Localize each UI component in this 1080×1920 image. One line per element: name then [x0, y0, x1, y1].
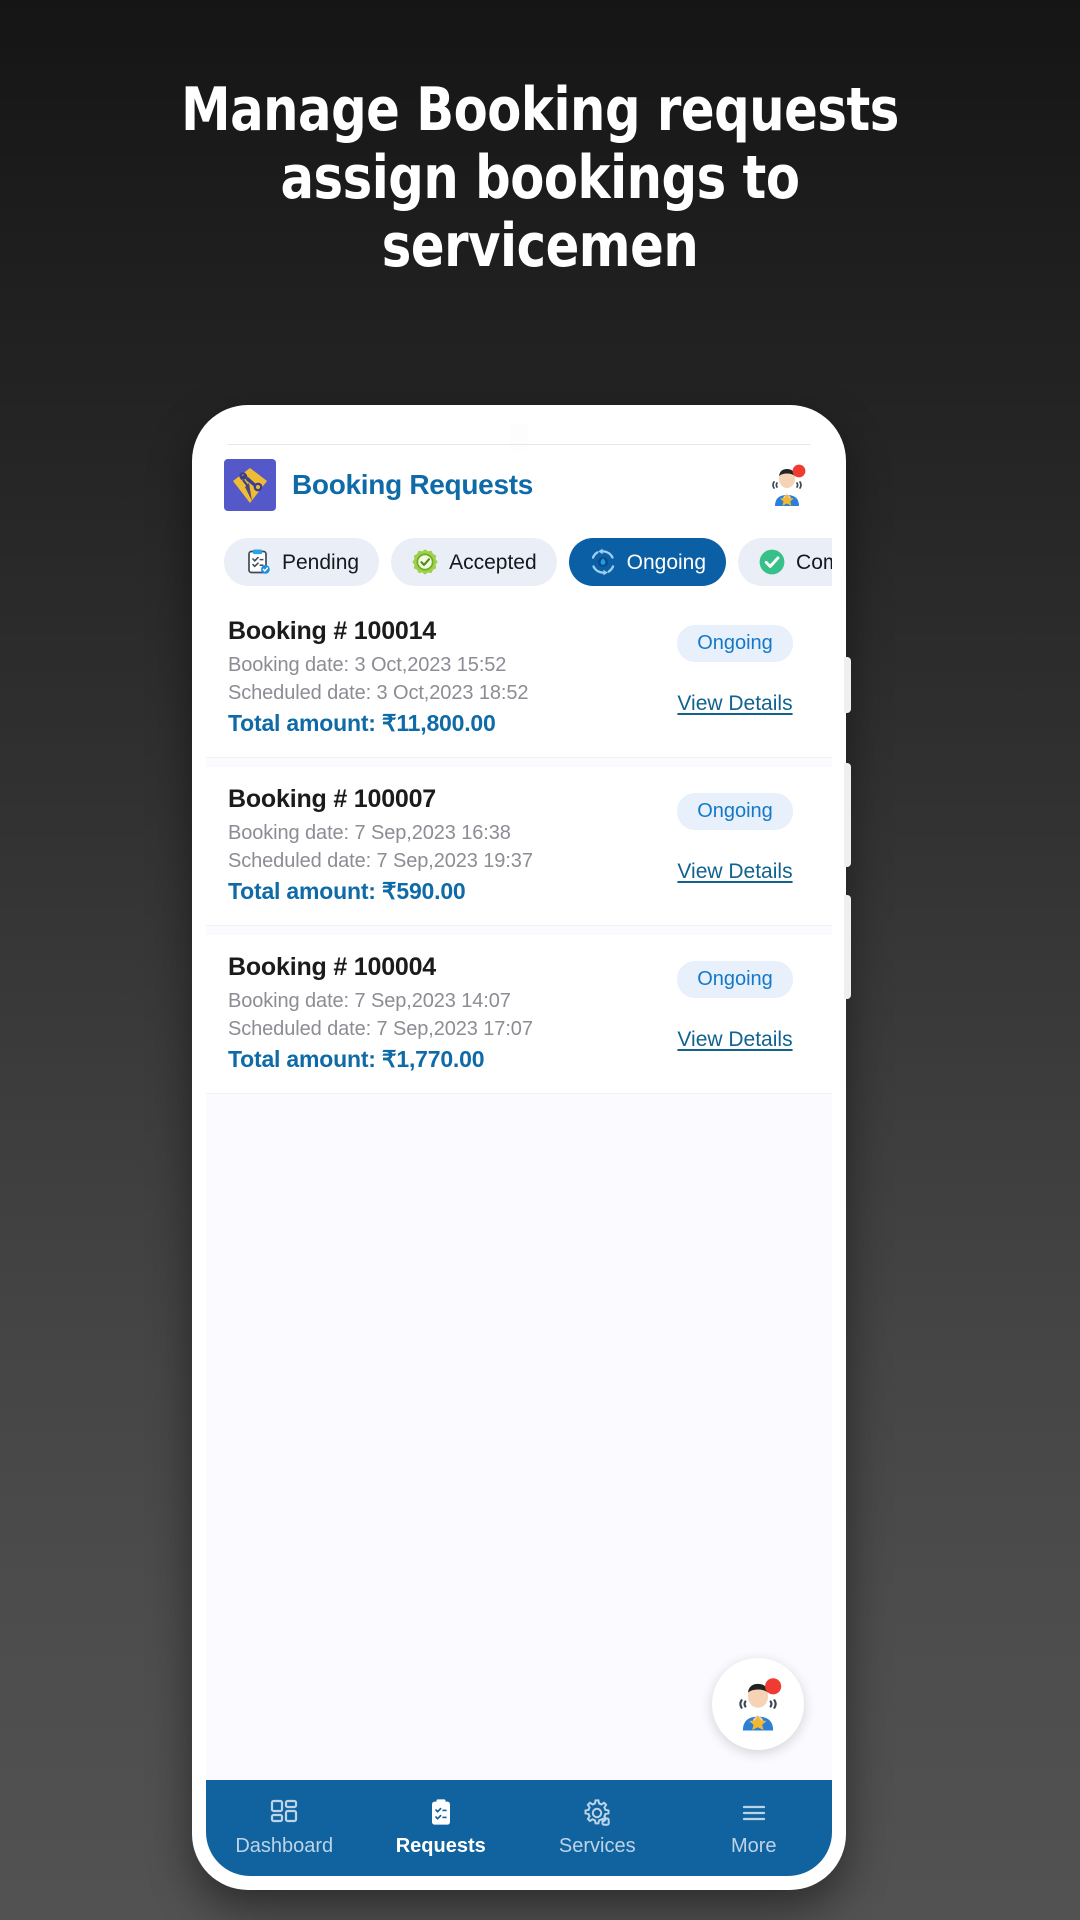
screen-notch [510, 423, 528, 451]
grid-dashboard-icon [269, 1798, 299, 1828]
booking-total-amount: Total amount: ₹590.00 [228, 878, 466, 904]
status-bar [206, 419, 832, 451]
hamburger-more-icon [739, 1798, 769, 1828]
tab-pending[interactable]: Pending [224, 538, 380, 586]
nav-item-dashboard-label: Dashboard [235, 1835, 334, 1857]
tab-ongoing[interactable]: Ongoing [568, 538, 727, 586]
booking-number: Booking # 100014 [228, 617, 437, 645]
app-logo-icon [224, 459, 276, 511]
green-circle-check-icon [758, 548, 786, 576]
promo-headline: Manage Booking requests assign bookings … [43, 76, 1037, 280]
booking-card[interactable]: Booking # 100007 Booking date: 7 Sep,202… [206, 767, 832, 925]
phone-volume-up-button [844, 763, 851, 867]
headline-line-1: Manage Booking requests [181, 75, 899, 145]
phone-screen: Booking Requests Pending Accepted Ongoin… [206, 419, 832, 1876]
serviceman-avatar-notification-icon [729, 1675, 787, 1733]
booking-card-info: Booking # 100014 Booking date: 3 Oct,202… [228, 617, 660, 737]
headline-line-3: servicemen [381, 211, 699, 281]
scheduled-date: Scheduled date: 7 Sep,2023 19:37 [228, 850, 533, 872]
nav-item-more-label: More [730, 1835, 777, 1857]
tab-completed-label: Com [796, 550, 832, 574]
phone-volume-down-button [844, 895, 851, 999]
headline-line-2: assign bookings to [280, 143, 800, 213]
serviceman-avatar-notification-icon[interactable] [764, 462, 810, 508]
booking-total-amount: Total amount: ₹11,800.00 [228, 710, 496, 736]
nav-item-requests-label: Requests [395, 1835, 486, 1857]
booking-date: Booking date: 3 Oct,2023 15:52 [228, 654, 507, 676]
gear-services-icon [582, 1798, 612, 1828]
booking-card[interactable]: Booking # 100014 Booking date: 3 Oct,202… [206, 599, 832, 757]
phone-mockup: Booking Requests Pending Accepted Ongoin… [192, 405, 851, 1890]
nav-item-requests[interactable]: Requests [363, 1798, 520, 1858]
nav-item-services[interactable]: Services [519, 1798, 676, 1858]
app-header: Booking Requests [206, 445, 832, 525]
booking-card[interactable]: Booking # 100004 Booking date: 7 Sep,202… [206, 935, 832, 1093]
status-filter-tabs[interactable]: Pending Accepted Ongoing Com [206, 525, 832, 599]
scheduled-date: Scheduled date: 7 Sep,2023 17:07 [228, 1018, 533, 1040]
servicemen-fab-button[interactable] [712, 1658, 804, 1750]
status-badge: Ongoing [677, 961, 793, 998]
green-rosette-check-icon [411, 548, 439, 576]
status-badge: Ongoing [677, 793, 793, 830]
nav-item-more[interactable]: More [676, 1798, 833, 1858]
booking-card-actions: Ongoing View Details [660, 953, 810, 1052]
booking-list[interactable]: Booking # 100014 Booking date: 3 Oct,202… [206, 599, 832, 1780]
booking-card-actions: Ongoing View Details [660, 617, 810, 716]
booking-card-actions: Ongoing View Details [660, 785, 810, 884]
status-bar-divider [228, 444, 810, 445]
booking-date: Booking date: 7 Sep,2023 16:38 [228, 822, 511, 844]
phone-power-button [844, 657, 851, 713]
nav-item-dashboard[interactable]: Dashboard [206, 1798, 363, 1858]
scheduled-date: Scheduled date: 3 Oct,2023 18:52 [228, 682, 529, 704]
promo-screenshot: Manage Booking requests assign bookings … [0, 0, 1080, 1920]
page-title: Booking Requests [292, 469, 534, 500]
booking-total-amount: Total amount: ₹1,770.00 [228, 1046, 485, 1072]
booking-date: Booking date: 7 Sep,2023 14:07 [228, 990, 511, 1012]
status-badge: Ongoing [677, 625, 793, 662]
clipboard-checklist-icon [244, 548, 272, 576]
view-details-link[interactable]: View Details [677, 860, 792, 884]
booking-card-info: Booking # 100004 Booking date: 7 Sep,202… [228, 953, 660, 1073]
booking-number: Booking # 100004 [228, 953, 437, 981]
tab-accepted-label: Accepted [449, 550, 537, 574]
tab-ongoing-label: Ongoing [626, 550, 707, 574]
clipboard-requests-icon [426, 1798, 456, 1828]
booking-number: Booking # 100007 [228, 785, 437, 813]
view-details-link[interactable]: View Details [677, 1028, 792, 1052]
booking-card-info: Booking # 100007 Booking date: 7 Sep,202… [228, 785, 660, 905]
tab-accepted[interactable]: Accepted [391, 538, 557, 586]
tab-pending-label: Pending [282, 550, 360, 574]
nav-item-services-label: Services [558, 1835, 636, 1857]
blue-refresh-cycle-icon [589, 548, 617, 576]
bottom-navigation[interactable]: Dashboard Requests Services More [206, 1780, 832, 1876]
tab-completed[interactable]: Com [738, 538, 832, 586]
view-details-link[interactable]: View Details [677, 692, 792, 716]
